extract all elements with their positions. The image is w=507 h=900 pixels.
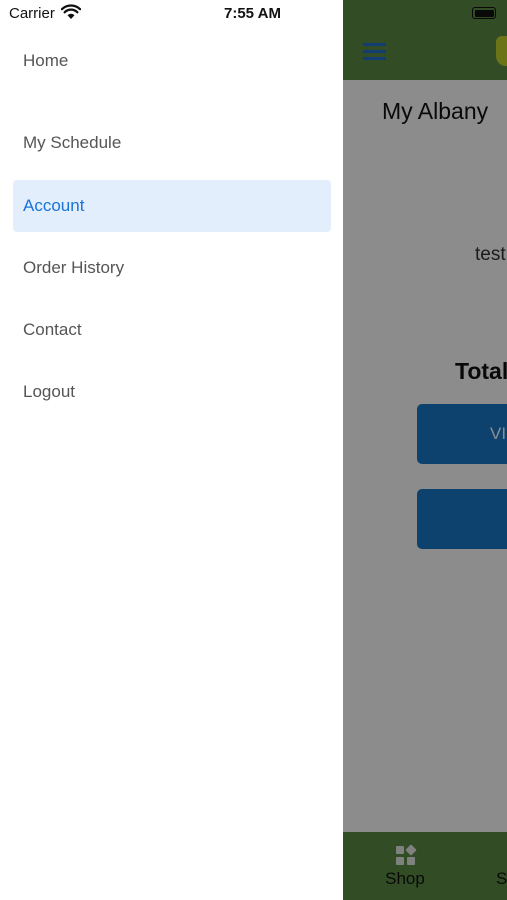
drawer-item-my-schedule[interactable]: My Schedule [13, 117, 331, 169]
drawer-item-contact[interactable]: Contact [13, 304, 331, 356]
drawer-item-order-history[interactable]: Order History [13, 242, 331, 294]
status-time: 7:55 AM [224, 5, 281, 22]
drawer-item-home[interactable]: Home [13, 35, 331, 87]
drawer-item-logout[interactable]: Logout [13, 366, 331, 418]
carrier-label: Carrier [9, 5, 55, 22]
wifi-icon [61, 4, 81, 19]
navigation-drawer: Carrier 7:55 AM Home My Schedule Account… [0, 0, 343, 900]
drawer-item-account[interactable]: Account [13, 180, 331, 232]
